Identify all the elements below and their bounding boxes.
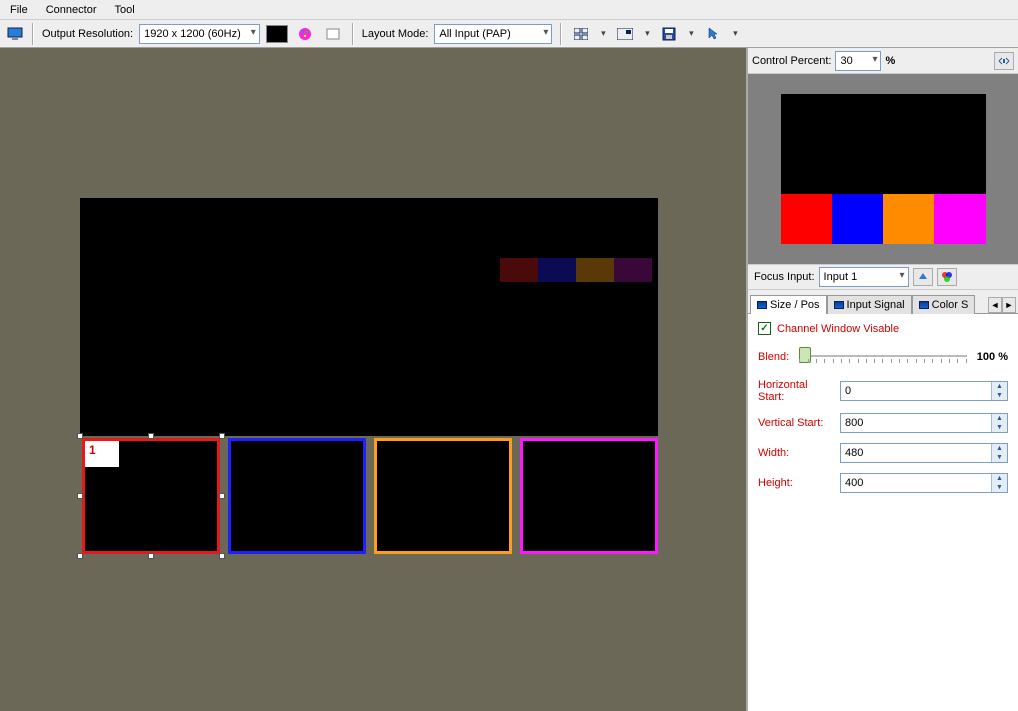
menu-bar: File Connector Tool	[0, 0, 1018, 20]
focus-input-select[interactable]: Input 1	[819, 267, 909, 287]
palette-icon[interactable]	[294, 24, 316, 44]
canvas-area[interactable]: 1	[0, 48, 748, 711]
h-start-input[interactable]	[841, 382, 991, 400]
up-arrow-icon[interactable]	[913, 268, 933, 286]
save-dropdown-icon[interactable]: ▾	[686, 28, 696, 39]
channel-tile-3[interactable]	[374, 438, 512, 554]
tab-icon	[834, 301, 844, 309]
separator	[560, 23, 562, 45]
menu-file[interactable]: File	[10, 4, 28, 16]
tab-input-signal[interactable]: Input Signal	[827, 295, 912, 314]
grid-layout-icon[interactable]	[570, 24, 592, 44]
channel-tile-1[interactable]: 1	[82, 438, 220, 554]
blend-slider[interactable]	[799, 345, 967, 369]
h-start-spinner[interactable]: ▲▼	[840, 381, 1008, 401]
channel-visible-label: Channel Window Visable	[777, 323, 899, 335]
height-label: Height:	[758, 477, 834, 489]
size-pos-panel: ✓ Channel Window Visable Blend: 100 % Ho…	[748, 314, 1018, 711]
output-resolution-select[interactable]: 1920 x 1200 (60Hz)	[139, 24, 260, 44]
side-panel: Control Percent: 30 % Focus Input: Input…	[748, 48, 1018, 711]
layout-mode-select[interactable]: All Input (PAP)	[434, 24, 552, 44]
spin-down[interactable]: ▼	[991, 453, 1007, 462]
property-tabs: Size / Pos Input Signal Color S ◄ ►	[748, 290, 1018, 314]
blend-label: Blend:	[758, 351, 789, 363]
width-spinner[interactable]: ▲▼	[840, 443, 1008, 463]
separator	[352, 23, 354, 45]
monitor-icon[interactable]	[6, 25, 24, 43]
menu-connector[interactable]: Connector	[46, 4, 97, 16]
mini-ch-blue	[832, 194, 883, 244]
percent-sign: %	[885, 55, 895, 67]
mini-screen	[781, 94, 986, 244]
mini-tile-purple	[614, 258, 652, 282]
expand-control-icon[interactable]	[994, 52, 1014, 70]
focus-input-label: Focus Input:	[754, 271, 815, 283]
pointer-tool-icon[interactable]	[702, 24, 724, 44]
width-input[interactable]	[841, 444, 991, 462]
tile-number-label: 1	[85, 441, 119, 467]
channel-tiles: 1	[82, 438, 658, 554]
spin-up[interactable]: ▲	[991, 444, 1007, 453]
focus-input-row: Focus Input: Input 1	[748, 264, 1018, 290]
blend-value: 100 %	[977, 351, 1008, 363]
background-color-swatch[interactable]	[266, 25, 288, 43]
v-start-input[interactable]	[841, 414, 991, 432]
mini-tile-strip	[500, 258, 652, 282]
control-percent-row: Control Percent: 30 %	[748, 48, 1018, 74]
tab-scroll-right[interactable]: ►	[1002, 297, 1016, 313]
spin-up[interactable]: ▲	[991, 474, 1007, 483]
output-resolution-label: Output Resolution:	[42, 28, 133, 40]
toolbar: Output Resolution: 1920 x 1200 (60Hz) La…	[0, 20, 1018, 48]
tab-scroll-nav: ◄ ►	[988, 297, 1016, 313]
spin-down[interactable]: ▼	[991, 483, 1007, 492]
mini-ch-orange	[883, 194, 934, 244]
mini-tile-red	[500, 258, 538, 282]
tab-scroll-left[interactable]: ◄	[988, 297, 1002, 313]
menu-tool[interactable]: Tool	[115, 4, 135, 16]
screen-preview	[80, 198, 658, 436]
grid-dropdown-icon[interactable]: ▾	[598, 28, 608, 39]
mini-ch-magenta	[934, 194, 985, 244]
tab-label: Color S	[932, 299, 969, 311]
channel-visible-checkbox[interactable]: ✓	[758, 322, 771, 335]
mini-ch-red	[781, 194, 832, 244]
layout-mode-label: Layout Mode:	[362, 28, 429, 40]
pointer-dropdown-icon[interactable]: ▾	[730, 28, 740, 39]
channel-tile-2[interactable]	[228, 438, 366, 554]
save-preset-icon[interactable]	[658, 24, 680, 44]
height-spinner[interactable]: ▲▼	[840, 473, 1008, 493]
spin-down[interactable]: ▼	[991, 391, 1007, 400]
tab-icon	[757, 301, 767, 309]
spin-up[interactable]: ▲	[991, 382, 1007, 391]
pip-dropdown-icon[interactable]: ▾	[642, 28, 652, 39]
blank-box-icon[interactable]	[322, 24, 344, 44]
height-input[interactable]	[841, 474, 991, 492]
mini-preview	[748, 74, 1018, 264]
tab-label: Size / Pos	[770, 299, 820, 311]
rgb-circles-icon[interactable]	[937, 268, 957, 286]
tab-label: Input Signal	[847, 299, 905, 311]
tab-size-pos[interactable]: Size / Pos	[750, 295, 827, 314]
spin-up[interactable]: ▲	[991, 414, 1007, 423]
separator	[32, 23, 34, 45]
control-percent-select[interactable]: 30	[835, 51, 881, 71]
tab-color[interactable]: Color S	[912, 295, 976, 314]
channel-tile-4[interactable]	[520, 438, 658, 554]
pip-layout-icon[interactable]	[614, 24, 636, 44]
spin-down[interactable]: ▼	[991, 423, 1007, 432]
v-start-spinner[interactable]: ▲▼	[840, 413, 1008, 433]
v-start-label: Vertical Start:	[758, 417, 834, 429]
h-start-label: Horizontal Start:	[758, 379, 834, 403]
mini-tile-orange	[576, 258, 614, 282]
control-percent-label: Control Percent:	[752, 55, 831, 67]
width-label: Width:	[758, 447, 834, 459]
mini-tile-blue	[538, 258, 576, 282]
tab-icon	[919, 301, 929, 309]
